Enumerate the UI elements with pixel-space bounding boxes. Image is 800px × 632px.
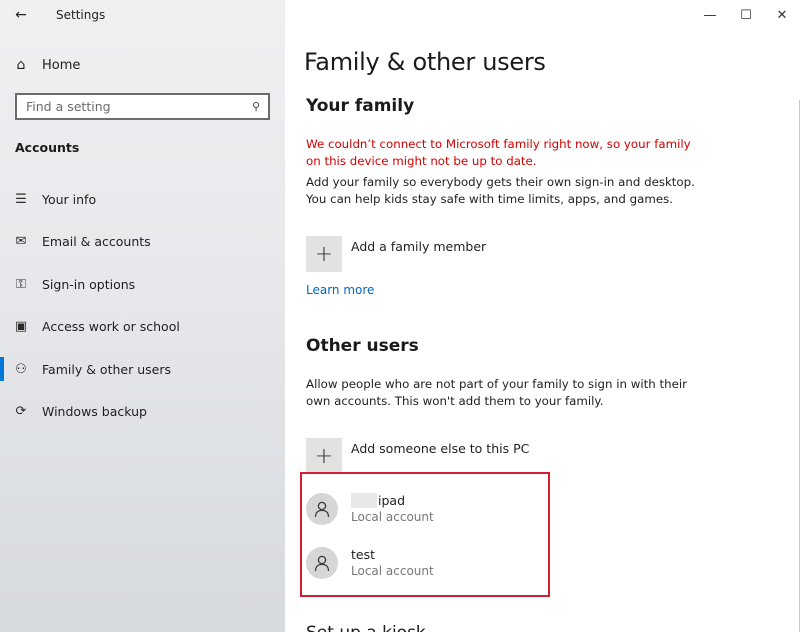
sidebar-item-label: Family & other users: [42, 361, 171, 377]
mail-icon: ✉: [15, 234, 27, 250]
plus-icon: +: [306, 236, 342, 272]
user-item-test[interactable]: test Local account: [306, 546, 434, 580]
family-warning-text: We couldn’t connect to Microsoft family …: [306, 137, 691, 168]
close-icon: ✕: [776, 7, 788, 23]
close-button[interactable]: ✕: [764, 0, 800, 30]
heading-kiosk-cut-off: Set up a kiosk: [306, 624, 426, 632]
back-arrow-icon: ←: [15, 7, 27, 23]
page-title: Family & other users: [304, 48, 546, 76]
heading-your-family: Your family: [306, 96, 415, 116]
family-description: Add your family so everybody gets their …: [306, 175, 695, 206]
search-icon[interactable]: ⚲: [252, 100, 260, 113]
person-icon: [314, 555, 330, 572]
search-input[interactable]: [26, 99, 226, 114]
add-family-member-button[interactable]: + Add a family member: [306, 236, 486, 272]
person-add-icon: ⚇: [15, 361, 27, 377]
key-icon: ⚿: [16, 276, 26, 292]
user-item-ipad[interactable]: ipad Local account: [306, 492, 434, 526]
home-nav-item[interactable]: ⌂ Home: [0, 48, 285, 82]
back-button[interactable]: ←: [0, 0, 42, 30]
home-label: Home: [42, 57, 81, 73]
minimize-button[interactable]: —: [692, 0, 728, 30]
person-icon: [314, 501, 330, 518]
add-someone-else-button[interactable]: + Add someone else to this PC: [306, 438, 529, 474]
sync-icon: ⟳: [15, 404, 27, 420]
minimize-icon: —: [703, 7, 717, 23]
user-account-type: Local account: [351, 510, 434, 524]
plus-icon: +: [306, 438, 342, 474]
window-controls: — ☐ ✕: [692, 0, 800, 30]
avatar: [306, 493, 338, 525]
user-name: test: [351, 547, 376, 562]
sidebar-item-your-info[interactable]: ☰ Your info: [0, 178, 285, 221]
add-family-member-label: Add a family member: [351, 239, 487, 254]
add-someone-else-label: Add someone else to this PC: [351, 441, 530, 456]
app-title: Settings: [56, 8, 106, 22]
title-bar: ← Settings: [0, 0, 285, 30]
other-users-description: Allow people who are not part of your fa…: [306, 377, 687, 408]
sidebar-item-sign-in-options[interactable]: ⚿ Sign-in options: [0, 263, 285, 306]
avatar: [306, 547, 338, 579]
redacted-block: [351, 493, 377, 508]
maximize-icon: ☐: [740, 7, 752, 23]
user-name: ipad: [378, 493, 406, 508]
sidebar-item-label: Your info: [42, 191, 97, 207]
search-box[interactable]: ⚲: [15, 93, 270, 120]
sidebar-nav: ☰ Your info ✉ Email & accounts ⚿ Sign-in…: [0, 178, 285, 433]
sidebar-item-label: Access work or school: [42, 319, 180, 335]
sidebar-item-windows-backup[interactable]: ⟳ Windows backup: [0, 391, 285, 434]
user-account-type: Local account: [351, 564, 434, 578]
maximize-button[interactable]: ☐: [728, 0, 764, 30]
sidebar-item-label: Sign-in options: [42, 276, 136, 292]
briefcase-icon: ▣: [14, 319, 28, 335]
sidebar: ← Settings ⌂ Home ⚲ Accounts ☰ Your info…: [0, 0, 285, 632]
section-heading-accounts: Accounts: [15, 140, 80, 155]
person-card-icon: ☰: [15, 191, 27, 207]
learn-more-link[interactable]: Learn more: [306, 283, 374, 297]
sidebar-item-label: Email & accounts: [42, 234, 151, 250]
main-content: — ☐ ✕ Family & other users Your family W…: [285, 0, 800, 632]
sidebar-item-access-work[interactable]: ▣ Access work or school: [0, 306, 285, 349]
heading-other-users: Other users: [306, 336, 419, 356]
home-icon: ⌂: [16, 57, 26, 73]
sidebar-item-family-other-users[interactable]: ⚇ Family & other users: [0, 348, 285, 391]
sidebar-item-email-accounts[interactable]: ✉ Email & accounts: [0, 221, 285, 264]
sidebar-item-label: Windows backup: [42, 404, 147, 420]
